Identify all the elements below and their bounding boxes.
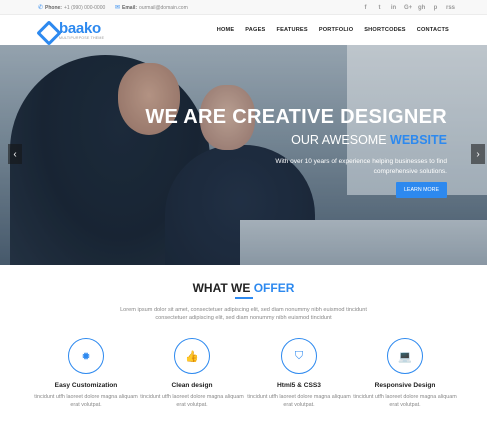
rss-icon[interactable]: rss bbox=[446, 5, 455, 11]
laptop-icon: 💻 bbox=[387, 338, 423, 374]
html5-icon: ⛉ bbox=[281, 338, 317, 374]
feature-title: Clean design bbox=[171, 382, 213, 389]
email-icon: ✉ bbox=[115, 5, 121, 11]
phone-label: Phone: bbox=[45, 4, 62, 11]
github-icon[interactable]: gh bbox=[418, 5, 425, 11]
facebook-icon[interactable]: f bbox=[362, 5, 369, 11]
offer-title: WHAT WE OFFER bbox=[0, 281, 487, 295]
nav-item-home[interactable]: HOME bbox=[217, 27, 235, 33]
nav-item-shortcodes[interactable]: SHORTCODES bbox=[364, 27, 405, 33]
feature-title: Responsive Design bbox=[374, 382, 436, 389]
phone-contact: ✆ Phone: +1 (990) 000-0000 bbox=[38, 0, 105, 15]
feature-card: ✹ Easy Customization tincidunt utfh laor… bbox=[31, 338, 141, 409]
brand-tagline: MULTIPURPOSE THEME bbox=[59, 36, 105, 40]
chevron-left-icon: ‹ bbox=[13, 148, 17, 160]
slider-prev-button[interactable]: ‹ bbox=[8, 144, 22, 164]
top-bar: ✆ Phone: +1 (990) 000-0000 ✉ Email: ourm… bbox=[0, 0, 487, 15]
feature-card: 👍 Clean design tincidunt utfh laoreet do… bbox=[137, 338, 247, 409]
nav-item-pages[interactable]: PAGES bbox=[245, 27, 265, 33]
feature-description: tincidunt utfh laoreet dolore magna aliq… bbox=[140, 394, 244, 408]
slider-next-button[interactable]: › bbox=[471, 144, 485, 164]
brand-name: baako bbox=[59, 20, 101, 37]
learn-more-button[interactable]: LEARN MORE bbox=[396, 182, 447, 198]
hero-subtitle-highlight: WEBSITE bbox=[390, 133, 447, 147]
feature-card: 💻 Responsive Design tincidunt utfh laore… bbox=[350, 338, 460, 409]
page: ✆ Phone: +1 (990) 000-0000 ✉ Email: ourm… bbox=[0, 0, 487, 422]
offer-title-highlight: OFFER bbox=[253, 281, 295, 295]
hero-subtitle: OUR AWESOME WEBSITE bbox=[0, 133, 447, 147]
nav-item-portfolio[interactable]: PORTFOLIO bbox=[319, 27, 353, 33]
feature-title: Easy Customization bbox=[54, 382, 118, 389]
offer-title-underline bbox=[235, 297, 253, 299]
chevron-right-icon: › bbox=[476, 148, 480, 160]
hero-title: WE ARE CREATIVE DESIGNER bbox=[145, 106, 447, 128]
gear-icon: ✹ bbox=[68, 338, 104, 374]
social-links: f t in G+ gh p rss bbox=[362, 0, 456, 15]
logo-diamond-icon bbox=[38, 22, 55, 39]
feature-title: Html5 & CSS3 bbox=[277, 382, 321, 389]
email-value[interactable]: ourmail@domain.com bbox=[139, 5, 188, 11]
offer-title-prefix: WHAT WE bbox=[192, 281, 251, 295]
feature-description: tincidunt utfh laoreet dolore magna aliq… bbox=[353, 394, 457, 408]
main-nav: HOME PAGES FEATURES PORTFOLIO SHORTCODES… bbox=[217, 15, 449, 45]
hero-overlay bbox=[0, 45, 487, 265]
email-contact: ✉ Email: ourmail@domain.com bbox=[115, 0, 188, 15]
hero-description: With over 10 years of experience helping… bbox=[275, 158, 447, 175]
hero-slider: WE ARE CREATIVE DESIGNER OUR AWESOME WEB… bbox=[0, 45, 487, 265]
site-header: baako MULTIPURPOSE THEME HOME PAGES FEAT… bbox=[0, 15, 487, 45]
phone-value: +1 (990) 000-0000 bbox=[63, 4, 106, 11]
phone-icon: ✆ bbox=[38, 5, 44, 11]
twitter-icon[interactable]: t bbox=[376, 5, 383, 11]
pinterest-icon[interactable]: p bbox=[432, 5, 439, 11]
nav-item-features[interactable]: FEATURES bbox=[276, 27, 307, 33]
nav-item-contacts[interactable]: CONTACTS bbox=[417, 27, 449, 33]
feature-card: ⛉ Html5 & CSS3 tincidunt utfh laoreet do… bbox=[244, 338, 354, 409]
logo-text: baako MULTIPURPOSE THEME bbox=[59, 21, 104, 41]
linkedin-icon[interactable]: in bbox=[390, 5, 397, 11]
hero-subtitle-prefix: OUR AWESOME bbox=[291, 133, 387, 147]
feature-description: tincidunt utfh laoreet dolore magna aliq… bbox=[34, 394, 138, 408]
google-plus-icon[interactable]: G+ bbox=[404, 5, 412, 11]
thumbs-up-icon: 👍 bbox=[174, 338, 210, 374]
offer-description: Lorem ipsum dolor sit amet, consectetuer… bbox=[120, 307, 367, 321]
feature-description: tincidunt utfh laoreet dolore magna aliq… bbox=[247, 394, 351, 408]
email-label: Email: bbox=[122, 4, 138, 11]
logo[interactable]: baako MULTIPURPOSE THEME bbox=[38, 21, 104, 41]
